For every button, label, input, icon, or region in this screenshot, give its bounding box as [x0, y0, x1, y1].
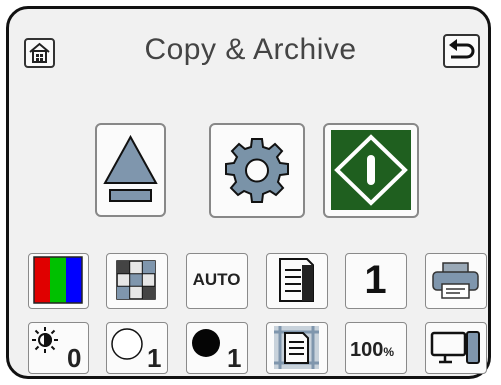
- grid-pattern-icon: [116, 260, 156, 300]
- zoom-value: 100%: [350, 339, 394, 362]
- rgb-color-icon: [33, 256, 83, 304]
- auto-button[interactable]: AUTO: [186, 253, 248, 309]
- start-diamond-icon: [331, 130, 411, 210]
- duplex-button[interactable]: [266, 253, 328, 309]
- eject-icon: [103, 134, 158, 202]
- light-button[interactable]: 1: [106, 322, 168, 374]
- printer-icon: [432, 262, 479, 299]
- zoom-button[interactable]: 100%: [345, 322, 407, 374]
- crop-button[interactable]: [266, 322, 328, 374]
- back-arrow-icon: [449, 39, 475, 59]
- brightness-value: 0: [67, 343, 82, 373]
- copies-button[interactable]: 1: [345, 253, 407, 309]
- printer-button[interactable]: [425, 253, 487, 309]
- dark-button[interactable]: 1: [186, 322, 248, 374]
- document-crop-icon: [274, 326, 319, 369]
- brightness-button[interactable]: 0: [28, 322, 89, 374]
- display-button[interactable]: [425, 322, 487, 374]
- start-button[interactable]: [323, 123, 419, 218]
- settings-button[interactable]: [209, 123, 305, 218]
- eject-button[interactable]: [95, 123, 166, 217]
- copies-value: 1: [364, 258, 387, 302]
- screen-device-icon: [430, 331, 480, 364]
- back-button[interactable]: [443, 34, 480, 68]
- color-mode-button[interactable]: [28, 253, 89, 309]
- dark-value: 1: [227, 343, 242, 373]
- zoom-unit: %: [383, 345, 395, 359]
- document-duplex-icon: [279, 258, 314, 302]
- page-title: Copy & Archive: [144, 33, 357, 66]
- gear-icon: [225, 138, 289, 203]
- zoom-number: 100: [350, 339, 384, 361]
- auto-label: AUTO: [192, 270, 241, 289]
- grid-pattern-button[interactable]: [106, 253, 168, 309]
- light-value: 1: [147, 343, 162, 373]
